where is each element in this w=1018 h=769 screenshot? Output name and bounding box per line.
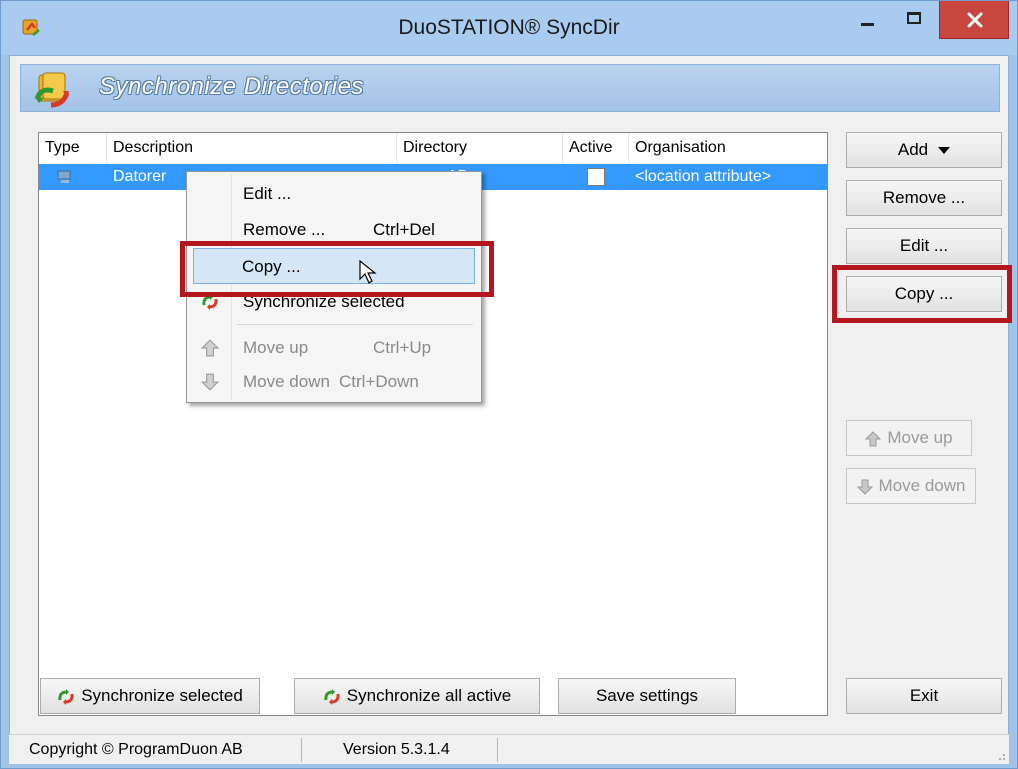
dropdown-arrow-icon <box>938 147 951 155</box>
arrow-up-icon <box>865 430 882 447</box>
column-header-description[interactable]: Description <box>107 133 397 163</box>
sync-icon <box>324 688 340 705</box>
client-area: Synchronize Directories Type Description… <box>9 55 1009 764</box>
resize-grip-icon[interactable] <box>994 749 1006 761</box>
synchronize-all-active-button[interactable]: Synchronize all active <box>294 678 540 714</box>
highlight-box-copy-button <box>832 265 1012 323</box>
minimize-icon <box>861 23 874 26</box>
menu-item-label: Move up <box>243 338 309 357</box>
edit-button[interactable]: Edit ... <box>846 228 1002 264</box>
menu-item-shortcut: Ctrl+Up <box>373 338 432 357</box>
close-icon <box>967 12 983 28</box>
row-organisation: <location attribute> <box>635 168 772 185</box>
status-divider <box>301 738 302 762</box>
version-text: Version 5.3.1.4 <box>343 741 450 758</box>
menu-item-label: Edit ... <box>243 184 292 203</box>
copyright-text: Copyright © ProgramDuon AB <box>29 741 243 758</box>
list-header: Type Description Directory Active Organi… <box>39 133 827 163</box>
save-settings-button[interactable]: Save settings <box>558 678 736 714</box>
column-header-type[interactable]: Type <box>39 133 107 163</box>
highlight-box-copy-menu <box>180 241 494 297</box>
menu-separator <box>237 324 473 325</box>
column-header-directory[interactable]: Directory <box>397 133 563 163</box>
status-divider <box>497 738 498 762</box>
sync-icon <box>58 688 74 705</box>
move-up-label: Move up <box>887 428 953 447</box>
banner-title: Synchronize Directories <box>99 73 364 100</box>
synchronize-all-active-label: Synchronize all active <box>346 686 512 705</box>
minimize-button[interactable] <box>844 1 888 39</box>
menu-item-move-up[interactable]: Move up Ctrl+Up <box>189 330 479 366</box>
add-button[interactable]: Add <box>846 132 1002 168</box>
computer-icon <box>57 170 71 183</box>
column-header-organisation[interactable]: Organisation <box>629 133 827 163</box>
sync-folder-icon <box>34 72 70 108</box>
arrow-down-icon <box>201 373 219 391</box>
app-window: DuoSTATION® SyncDir Synchronize Director… <box>0 0 1018 769</box>
move-down-label: Move down <box>878 476 966 495</box>
arrow-down-icon <box>856 479 873 495</box>
synchronize-selected-label: Synchronize selected <box>81 686 243 705</box>
move-up-button[interactable]: Move up <box>846 420 972 456</box>
column-header-active[interactable]: Active <box>563 133 629 163</box>
row-active-checkbox[interactable] <box>587 168 605 186</box>
menu-item-edit[interactable]: Edit ... <box>189 176 479 212</box>
arrow-up-icon <box>201 339 219 357</box>
menu-item-shortcut: Ctrl+Down <box>339 372 419 391</box>
add-button-label: Add <box>897 140 929 159</box>
close-button[interactable] <box>939 1 1009 39</box>
banner: Synchronize Directories <box>20 64 1000 112</box>
maximize-button[interactable] <box>892 1 936 39</box>
menu-item-move-down[interactable]: Move down Ctrl+Down <box>189 364 479 400</box>
status-bar: Copyright © ProgramDuon AB Version 5.3.1… <box>9 734 1009 764</box>
exit-button[interactable]: Exit <box>846 678 1002 714</box>
remove-button[interactable]: Remove ... <box>846 180 1002 216</box>
title-bar[interactable]: DuoSTATION® SyncDir <box>1 1 1017 55</box>
synchronize-selected-button[interactable]: Synchronize selected <box>40 678 260 714</box>
menu-item-label: Move down <box>243 372 330 391</box>
maximize-icon <box>907 12 921 24</box>
move-down-button[interactable]: Move down <box>846 468 976 504</box>
